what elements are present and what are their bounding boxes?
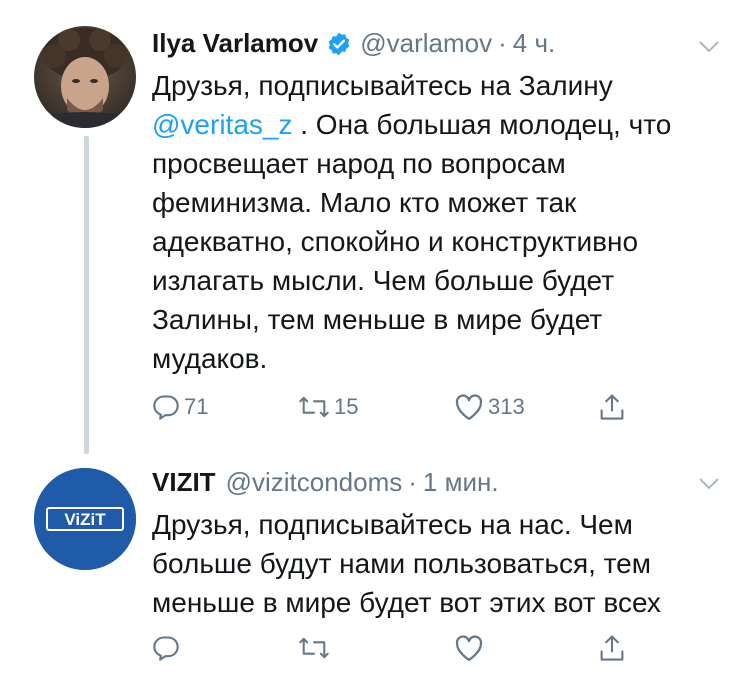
share-icon [598,633,626,663]
author-handle[interactable]: @varlamov [360,28,492,59]
action-bar [152,628,652,668]
tweet-text-part: Друзья, подписывайтесь на Залину [152,70,613,101]
author-name[interactable]: Ilya Varlamov [152,28,318,59]
like-button[interactable]: 313 [454,387,525,427]
retweet-icon [298,634,330,662]
tweet: Ilya Varlamov @varlamov · 4 ч. Друзья, п… [0,0,750,455]
share-icon [598,392,626,422]
retweet-button[interactable] [298,628,334,668]
retweet-icon [298,393,330,421]
action-bar: 71 15 313 [152,387,652,427]
like-button[interactable] [454,628,488,668]
retweet-count: 15 [334,394,359,419]
retweet-button[interactable]: 15 [298,387,358,427]
vizit-logo-text: ViZiT [64,510,106,529]
thread-line [84,136,89,454]
tweet: ViZiT VIZIT @vizitcondoms · 1 мин. Друзь… [0,455,750,673]
separator-dot: · [498,28,507,58]
like-count: 313 [488,394,525,419]
tweet-header: Ilya Varlamov @varlamov · 4 ч. [152,28,555,59]
reply-icon [152,634,180,662]
author-handle[interactable]: @vizitcondoms [226,467,403,498]
chevron-down-icon[interactable] [698,40,720,54]
tweet-text: Друзья, подписывайтесь на нас. Чем больш… [152,509,661,618]
share-button[interactable] [598,628,626,668]
timestamp[interactable]: 4 ч. [513,28,555,59]
tweet-header: VIZIT @vizitcondoms · 1 мин. [152,467,499,498]
like-icon [454,393,484,421]
avatar[interactable]: ViZiT [34,468,136,570]
reply-button[interactable] [152,628,184,668]
reply-count: 71 [184,394,209,419]
separator-dot: · [408,467,417,497]
timestamp[interactable]: 1 мин. [423,467,499,498]
tweet-text-part: . Она большая молодец, что просвещает на… [152,109,672,374]
chevron-down-icon[interactable] [698,477,720,491]
like-icon [454,634,484,662]
tweet-text: Друзья, подписывайтесь на Залину @verita… [152,66,722,378]
share-button[interactable] [598,387,626,427]
reply-button[interactable]: 71 [152,387,208,427]
author-name[interactable]: VIZIT [152,467,216,498]
reply-icon [152,393,180,421]
verified-badge-icon [326,31,352,57]
avatar[interactable] [34,26,136,128]
mention-link[interactable]: @veritas_z [152,109,292,140]
